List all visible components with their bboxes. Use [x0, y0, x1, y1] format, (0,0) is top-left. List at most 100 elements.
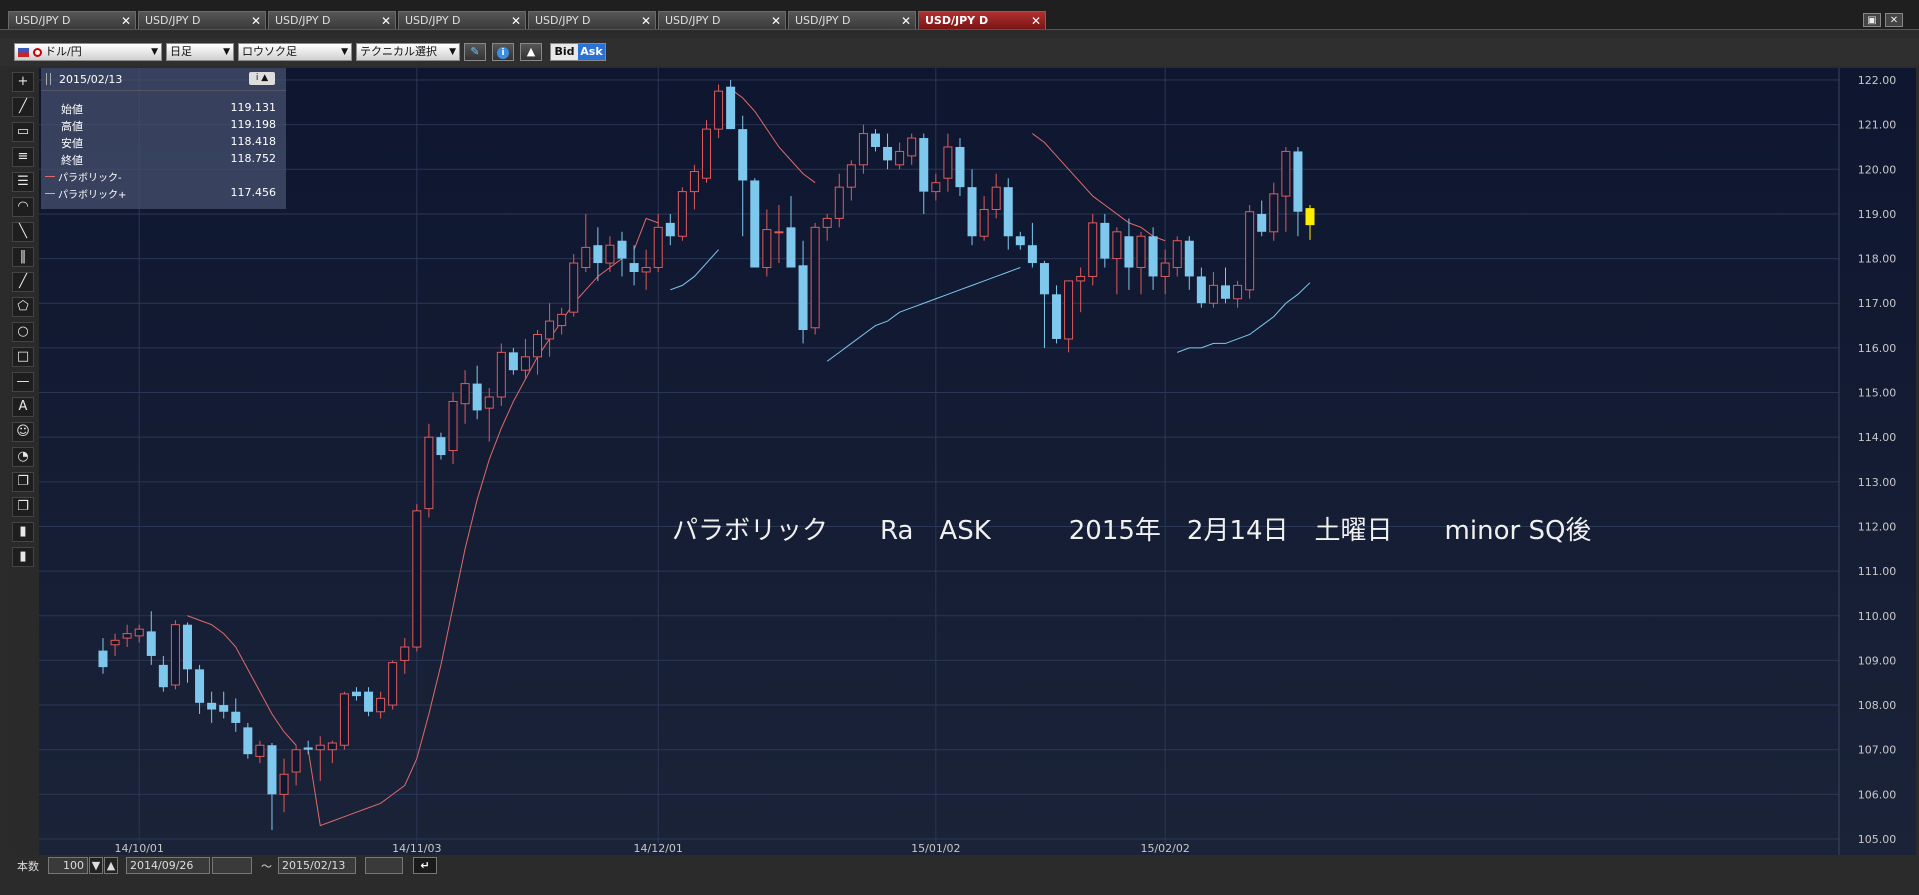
y-tick-label: 113.00: [1858, 476, 1897, 489]
x-tick-label: 14/12/01: [634, 842, 683, 855]
close-icon[interactable]: ✕: [121, 12, 131, 30]
circle-icon[interactable]: ○: [12, 322, 34, 342]
apply-range-button[interactable]: ↵: [413, 857, 437, 874]
candle-body: [702, 128, 711, 179]
fan-icon[interactable]: ╲: [12, 222, 34, 242]
tab-2[interactable]: USD/JPY D ✕: [138, 11, 266, 29]
candle-body: [484, 396, 494, 409]
candle-body: [255, 744, 265, 757]
candle-body: [955, 146, 965, 188]
parallel-lines-icon[interactable]: ☰: [12, 172, 34, 192]
candle-body: [170, 624, 180, 686]
close-icon[interactable]: ✕: [641, 12, 651, 30]
emoji-icon[interactable]: ☺: [12, 422, 34, 442]
bar-count-input[interactable]: 100: [48, 857, 88, 874]
candle-body: [376, 697, 386, 713]
pentagon-icon[interactable]: ⬠: [12, 297, 34, 317]
ruler-icon[interactable]: ▭: [12, 122, 34, 142]
candle-body: [1208, 284, 1218, 304]
trend-line-icon[interactable]: ╱: [12, 97, 34, 117]
area-chart-icon[interactable]: ▲: [520, 43, 542, 61]
candle-body: [762, 229, 772, 269]
bar-count-down-button[interactable]: ▼: [89, 857, 103, 874]
candle-body: [496, 351, 506, 398]
restore-window-button[interactable]: ▣: [1863, 13, 1881, 27]
eraser-icon[interactable]: ▮: [12, 522, 34, 542]
chart-type-select[interactable]: ロウソク足 ▼: [238, 43, 352, 61]
drag-handle-icon[interactable]: [46, 73, 51, 85]
tab-7[interactable]: USD/JPY D ✕: [788, 11, 916, 29]
info-row-value: 119.198: [230, 118, 277, 131]
crosshair-icon[interactable]: +: [12, 72, 34, 92]
bid-ask-toggle[interactable]: Bid Ask: [550, 43, 606, 61]
currency-pair-select[interactable]: ドル/円 ▼: [14, 43, 162, 61]
rectangle-icon[interactable]: □: [12, 347, 34, 367]
candle-body: [593, 245, 603, 264]
from-date-input[interactable]: 2014/09/26: [126, 857, 210, 874]
eraser-all-icon[interactable]: ▮: [12, 547, 34, 567]
pitchfork-icon[interactable]: ╱: [12, 272, 34, 292]
y-tick-label: 119.00: [1858, 208, 1897, 221]
currency-pair-label: ドル/円: [45, 45, 82, 58]
ohlc-info-panel: 2015/02/13 i ▲ 始値 119.131 高値 119.198 安値 118.4…: [41, 68, 286, 209]
close-icon[interactable]: ✕: [1031, 12, 1041, 30]
candle-body: [569, 262, 579, 313]
close-icon[interactable]: ✕: [901, 12, 911, 30]
candle-body: [146, 631, 156, 656]
info-icon[interactable]: i ▲: [249, 72, 275, 85]
copy-icon[interactable]: ❐: [12, 472, 34, 492]
bar-count-up-button[interactable]: ▲: [104, 857, 118, 874]
info-row-value: 118.752: [230, 152, 277, 165]
tab-5[interactable]: USD/JPY D ✕: [528, 11, 656, 29]
tab-3[interactable]: USD/JPY D ✕: [268, 11, 396, 29]
close-icon[interactable]: ✕: [771, 12, 781, 30]
technical-select-button[interactable]: テクニカル選択 ▼: [356, 43, 460, 61]
horizontal-lines-icon[interactable]: ≡: [12, 147, 34, 167]
chart-canvas[interactable]: 105.00 106.00 107.00 108.00 109.00 110.00 111.…: [39, 68, 1916, 855]
y-tick-label: 115.00: [1858, 387, 1897, 400]
tab-8[interactable]: USD/JPY D ✕: [918, 11, 1046, 29]
horizontal-line-icon[interactable]: —: [12, 372, 34, 392]
to-time-input[interactable]: [365, 857, 403, 874]
clock-icon[interactable]: ◔: [12, 447, 34, 467]
to-date-input[interactable]: 2015/02/13: [278, 857, 356, 874]
info-panel-header: 2015/02/13 i ▲: [41, 68, 286, 91]
from-time-input[interactable]: [212, 857, 252, 874]
candle-body: [134, 628, 144, 637]
close-icon[interactable]: ✕: [251, 12, 261, 30]
parabolic-sar-line: [670, 249, 719, 291]
candle-body: [110, 639, 120, 646]
candle-body: [98, 650, 108, 668]
candle-body: [1136, 235, 1146, 269]
tab-4[interactable]: USD/JPY D ✕: [398, 11, 526, 29]
tab-label: USD/JPY D: [405, 14, 461, 27]
close-icon[interactable]: ✕: [511, 12, 521, 30]
candle-body: [1233, 284, 1243, 300]
candle-body: [907, 137, 917, 157]
candle-body: [786, 227, 796, 268]
candlestick-chart[interactable]: 105.00 106.00 107.00 108.00 109.00 110.00 111.…: [39, 68, 1916, 855]
candle-body: [279, 773, 289, 795]
tab-6[interactable]: USD/JPY D ✕: [658, 11, 786, 29]
parabolic-sar-line: [826, 267, 1021, 362]
pencil-icon[interactable]: ✎: [464, 43, 486, 61]
layers-icon[interactable]: ❐: [12, 497, 34, 517]
candle-body: [1064, 280, 1074, 340]
close-window-button[interactable]: ✕: [1885, 13, 1903, 27]
candle-body: [1039, 263, 1049, 295]
close-icon[interactable]: ✕: [381, 12, 391, 30]
tab-1[interactable]: USD/JPY D ✕: [8, 11, 136, 29]
candle-body: [641, 267, 651, 273]
candle-body: [1245, 211, 1255, 291]
vertical-lines-icon[interactable]: ‖: [12, 247, 34, 267]
bar-count-label: 本数: [17, 860, 39, 873]
candle-body: [1148, 236, 1158, 277]
bid-button[interactable]: Bid: [551, 44, 578, 60]
candle-body: [448, 400, 458, 452]
ask-button[interactable]: Ask: [578, 44, 605, 60]
info-icon[interactable]: i: [492, 43, 514, 61]
arc-icon[interactable]: ◠: [12, 197, 34, 217]
text-icon[interactable]: A: [12, 397, 34, 417]
candle-body: [738, 129, 748, 181]
timeframe-select[interactable]: 日足 ▼: [166, 43, 234, 61]
